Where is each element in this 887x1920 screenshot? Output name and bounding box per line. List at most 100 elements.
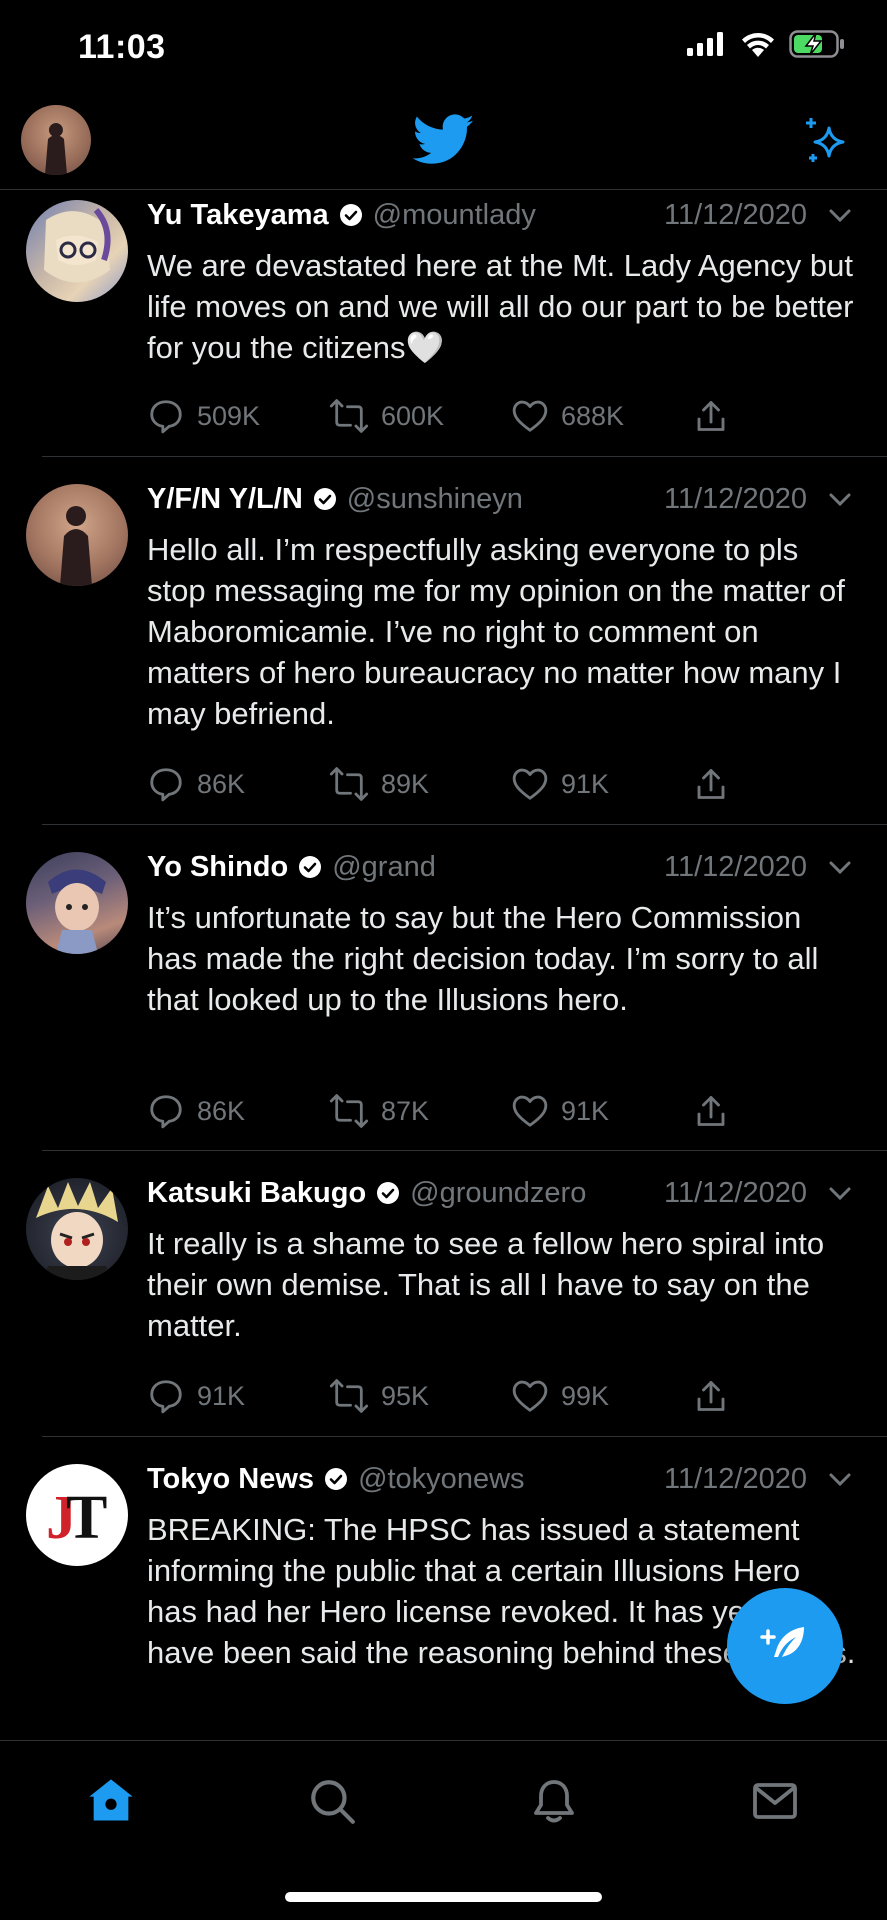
reply-count: 91K bbox=[197, 1380, 246, 1411]
profile-avatar[interactable] bbox=[21, 105, 91, 175]
battery-charging-icon bbox=[789, 30, 844, 58]
display-name[interactable]: Yu Takeyama bbox=[147, 199, 329, 232]
like-button[interactable]: 91K bbox=[511, 1093, 693, 1129]
retweet-icon bbox=[329, 399, 369, 433]
retweet-button[interactable]: 87K bbox=[329, 1092, 511, 1130]
retweet-icon bbox=[329, 1094, 369, 1128]
retweet-count: 95K bbox=[381, 1380, 430, 1411]
chevron-down-icon[interactable] bbox=[825, 1465, 855, 1500]
heart-icon bbox=[512, 400, 548, 432]
like-count: 688K bbox=[561, 400, 625, 431]
timeline[interactable]: Yu Takeyama @mountlady 11/12/2020 We are… bbox=[0, 190, 887, 1740]
retweet-button[interactable]: 95K bbox=[329, 1377, 511, 1415]
chevron-down-icon[interactable] bbox=[825, 853, 855, 888]
tweet-actions: 86K 87K 91K bbox=[147, 1089, 741, 1133]
retweet-button[interactable]: 600K bbox=[329, 397, 511, 435]
tweet-text: It really is a shame to see a fellow her… bbox=[147, 1226, 825, 1343]
tweet[interactable]: Yu Takeyama @mountlady 11/12/2020 We are… bbox=[0, 190, 887, 457]
display-name[interactable]: Tokyo News bbox=[147, 1463, 314, 1496]
verified-badge-icon bbox=[376, 1181, 400, 1205]
twitter-bird-icon[interactable] bbox=[412, 114, 475, 171]
share-button[interactable] bbox=[693, 398, 741, 434]
share-button[interactable] bbox=[693, 1378, 741, 1414]
reply-icon bbox=[150, 400, 182, 434]
tweet-date: 11/12/2020 bbox=[664, 199, 807, 231]
share-icon bbox=[697, 1096, 725, 1126]
tweet-text: We are devastated here at the Mt. Lady A… bbox=[147, 248, 854, 365]
share-button[interactable] bbox=[693, 766, 741, 802]
reply-icon bbox=[150, 1095, 182, 1129]
retweet-icon bbox=[329, 767, 369, 801]
retweet-button[interactable]: 89K bbox=[329, 765, 511, 803]
like-button[interactable]: 688K bbox=[511, 398, 693, 434]
chevron-down-icon[interactable] bbox=[825, 485, 855, 520]
heart-icon bbox=[512, 1380, 548, 1412]
retweet-count: 89K bbox=[381, 768, 430, 799]
reply-count: 509K bbox=[197, 400, 261, 431]
like-count: 91K bbox=[561, 768, 610, 799]
verified-badge-icon bbox=[339, 203, 363, 227]
wifi-icon bbox=[742, 33, 774, 57]
retweet-count: 87K bbox=[381, 1095, 430, 1126]
tweet-actions: 86K 89K 91K bbox=[147, 762, 741, 806]
tweet-avatar[interactable] bbox=[26, 200, 128, 302]
reply-button[interactable]: 509K bbox=[147, 397, 329, 435]
tweet[interactable]: Yo Shindo @grand 11/12/2020 It’s unfortu… bbox=[0, 825, 887, 1151]
reply-count: 86K bbox=[197, 1095, 246, 1126]
reply-button[interactable]: 91K bbox=[147, 1377, 329, 1415]
messages-envelope-icon bbox=[753, 1783, 797, 1819]
compose-tweet-button[interactable] bbox=[727, 1588, 843, 1704]
tweet-avatar[interactable] bbox=[26, 484, 128, 586]
handle[interactable]: @groundzero bbox=[410, 1177, 586, 1210]
search-icon bbox=[311, 1780, 355, 1824]
tweet[interactable]: Y/F/N Y/L/N @sunshineyn 11/12/2020 Hello… bbox=[0, 457, 887, 825]
tweet-actions: 509K 600K 688K bbox=[147, 394, 741, 438]
like-count: 99K bbox=[561, 1380, 610, 1411]
handle[interactable]: @mountlady bbox=[373, 199, 536, 232]
tweet-date: 11/12/2020 bbox=[664, 851, 807, 883]
handle[interactable]: @grand bbox=[332, 851, 436, 884]
nav-home[interactable] bbox=[81, 1771, 141, 1831]
nav-notifications[interactable] bbox=[524, 1771, 584, 1831]
notifications-bell-icon bbox=[534, 1780, 574, 1823]
retweet-count: 600K bbox=[381, 400, 445, 431]
reply-icon bbox=[150, 768, 182, 802]
cellular-signal-icon bbox=[687, 32, 723, 56]
tweet[interactable]: Katsuki Bakugo @groundzero 11/12/2020 It… bbox=[0, 1151, 887, 1437]
tweet-date: 11/12/2020 bbox=[664, 483, 807, 515]
like-count: 91K bbox=[561, 1095, 610, 1126]
home-icon bbox=[89, 1779, 133, 1821]
reply-button[interactable]: 86K bbox=[147, 765, 329, 803]
like-button[interactable]: 91K bbox=[511, 766, 693, 802]
share-icon bbox=[697, 769, 725, 799]
sparkle-icon[interactable] bbox=[799, 114, 855, 175]
share-button[interactable] bbox=[693, 1093, 741, 1129]
heart-icon bbox=[512, 768, 548, 800]
tokyo-news-logo: J T bbox=[46, 1484, 107, 1550]
handle[interactable]: @tokyonews bbox=[358, 1463, 524, 1496]
retweet-icon bbox=[329, 1379, 369, 1413]
nav-search[interactable] bbox=[302, 1771, 362, 1831]
tweet-date: 11/12/2020 bbox=[664, 1463, 807, 1495]
share-icon bbox=[697, 401, 725, 431]
tweet-text: Hello all. I’m respectfully asking every… bbox=[147, 532, 845, 731]
status-icons bbox=[687, 30, 845, 58]
reply-button[interactable]: 86K bbox=[147, 1092, 329, 1130]
app-header bbox=[0, 100, 887, 190]
tweet-avatar[interactable] bbox=[26, 1178, 128, 1280]
chevron-down-icon[interactable] bbox=[825, 201, 855, 236]
tweet-avatar[interactable] bbox=[26, 852, 128, 954]
display-name[interactable]: Yo Shindo bbox=[147, 851, 288, 884]
status-time: 11:03 bbox=[78, 28, 166, 66]
chevron-down-icon[interactable] bbox=[825, 1179, 855, 1214]
handle[interactable]: @sunshineyn bbox=[347, 483, 523, 516]
verified-badge-icon bbox=[313, 487, 337, 511]
like-button[interactable]: 99K bbox=[511, 1378, 693, 1414]
nav-messages[interactable] bbox=[745, 1771, 805, 1831]
display-name[interactable]: Katsuki Bakugo bbox=[147, 1177, 366, 1210]
tweet-text: It’s unfortunate to say but the Hero Com… bbox=[147, 900, 819, 1017]
verified-badge-icon bbox=[324, 1467, 348, 1491]
tweet-avatar[interactable]: J T bbox=[26, 1464, 128, 1566]
display-name[interactable]: Y/F/N Y/L/N bbox=[147, 483, 303, 516]
compose-feather-icon bbox=[760, 1627, 804, 1657]
